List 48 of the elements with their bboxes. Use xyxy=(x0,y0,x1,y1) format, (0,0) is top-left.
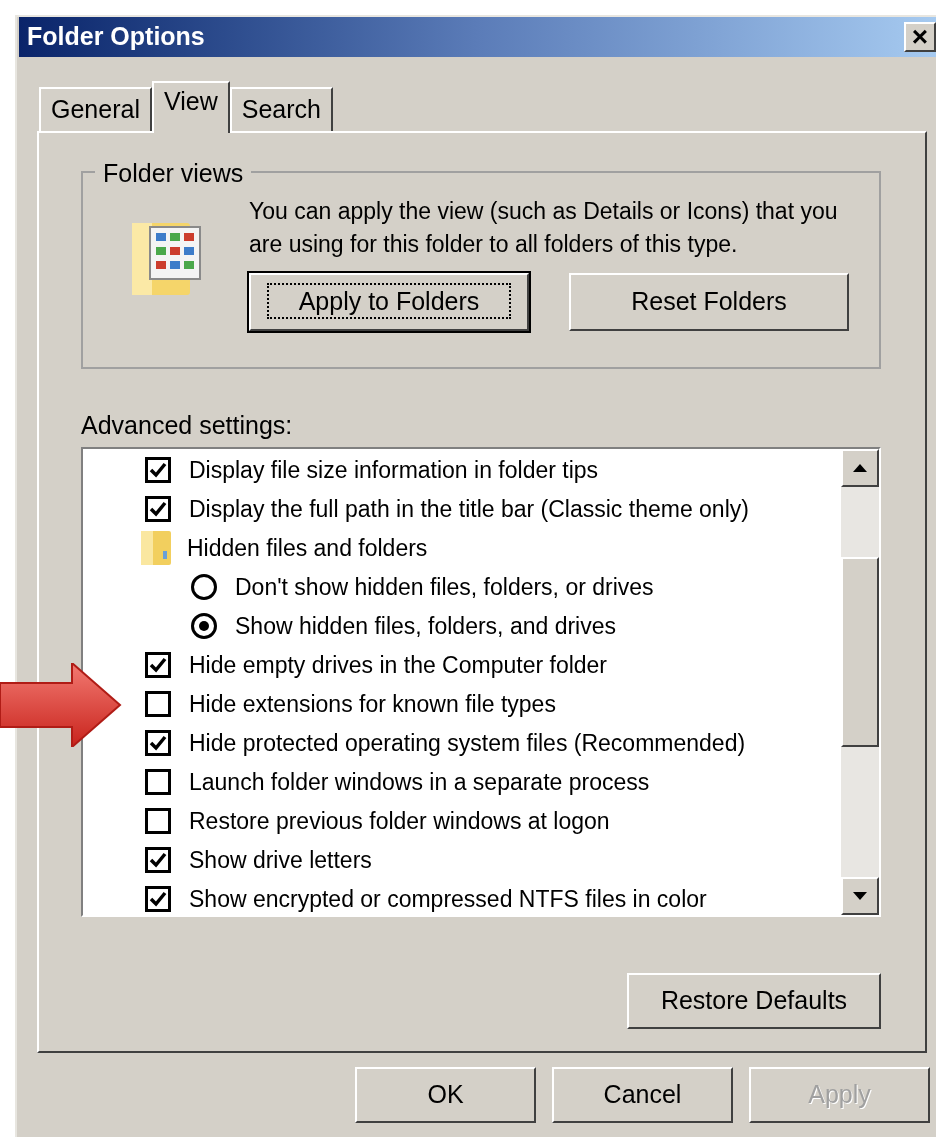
tab[interactable]: General xyxy=(39,87,152,131)
checkbox[interactable] xyxy=(145,730,171,756)
description-text: You can apply the view (such as Details or Icons) that you are using for this folder to all folders of this type. xyxy=(249,197,839,259)
checkbox[interactable] xyxy=(145,886,171,912)
scroll-thumb[interactable] xyxy=(841,556,879,747)
down-arrow-icon xyxy=(853,891,867,900)
folder-view-button[interactable]: Reset Folders xyxy=(569,273,849,331)
checkmark-icon xyxy=(149,657,167,673)
setting-label: Display the full path in the title bar (Classic theme only) xyxy=(189,494,749,524)
dialog-button[interactable]: OK xyxy=(355,1067,536,1123)
checkbox[interactable] xyxy=(145,808,171,834)
checkmark-icon xyxy=(149,501,167,517)
advanced-settings-label: Advanced settings: xyxy=(81,410,294,441)
folder-icon xyxy=(139,529,173,567)
tab[interactable]: View xyxy=(151,81,230,133)
window-title: Folder Options xyxy=(27,21,205,53)
group-label: Hidden files and folders xyxy=(187,533,428,563)
scroll-up-button[interactable] xyxy=(841,448,879,487)
setting-label: Show drive letters xyxy=(189,845,372,875)
checkbox[interactable] xyxy=(145,691,171,717)
scrollbar[interactable] xyxy=(841,448,879,915)
checkmark-icon xyxy=(149,891,167,907)
radio-button[interactable] xyxy=(191,574,217,600)
checkmark-icon xyxy=(149,852,167,868)
scroll-down-button[interactable] xyxy=(841,876,879,915)
up-arrow-icon xyxy=(853,463,867,472)
checkbox[interactable] xyxy=(145,769,171,795)
setting-label: Hide extensions for known file types xyxy=(189,689,556,719)
setting-label: Hide empty drives in the Computer folder xyxy=(189,650,608,680)
setting-label: Display file size information in folder tips xyxy=(189,455,599,485)
tab[interactable]: Search xyxy=(229,87,333,131)
checkmark-icon xyxy=(149,735,167,751)
folder-view-button[interactable]: Apply to Folders xyxy=(249,273,529,331)
setting-label: Hide protected operating system files (Recommended) xyxy=(189,728,746,758)
dialog-button[interactable]: Cancel xyxy=(552,1067,733,1123)
close-button[interactable]: × xyxy=(904,22,936,52)
restore-defaults-button[interactable]: Restore Defaults xyxy=(627,972,881,1029)
setting-label: Show hidden files, folders, and drives xyxy=(235,611,616,641)
checkbox[interactable] xyxy=(145,496,171,522)
checkbox[interactable] xyxy=(145,652,171,678)
checkmark-icon xyxy=(149,462,167,478)
checkbox[interactable] xyxy=(145,847,171,873)
setting-label: Don't show hidden files, folders, or drives xyxy=(235,572,654,602)
checkbox[interactable] xyxy=(145,457,171,483)
setting-label: Restore previous folder windows at logon xyxy=(189,806,610,836)
setting-label: Show encrypted or compressed NTFS files in color xyxy=(189,884,707,914)
setting-label: Launch folder windows in a separate process xyxy=(189,767,650,797)
radio-button[interactable] xyxy=(191,613,217,639)
